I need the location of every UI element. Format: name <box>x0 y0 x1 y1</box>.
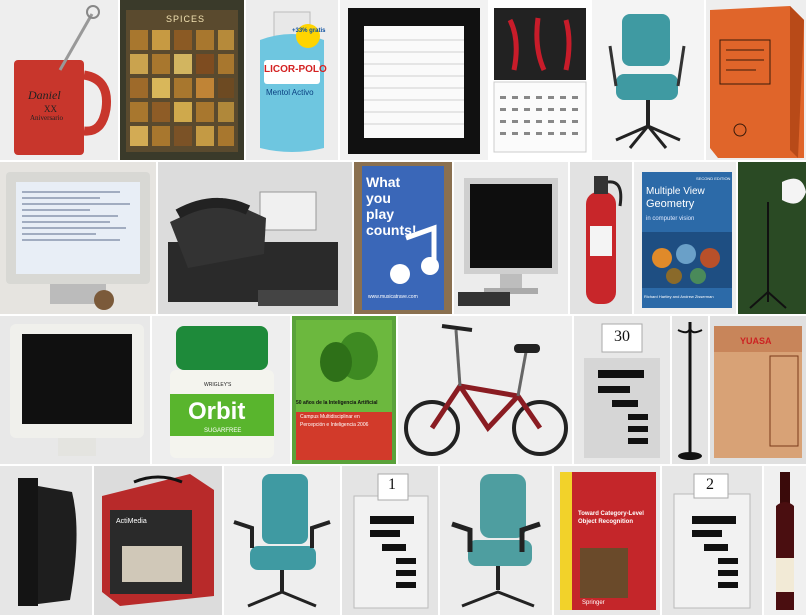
tile-lamp <box>738 162 806 314</box>
tile-battery-box: YUASA <box>710 316 806 464</box>
gum-brand: Orbit <box>188 398 246 425</box>
tile-fire-extinguisher <box>570 162 632 314</box>
flat-monitor-image <box>458 178 558 306</box>
tile-box-1: 1 <box>342 466 438 615</box>
tile-spices: SPICES <box>120 0 244 160</box>
book-mvg-title2: Geometry <box>646 198 695 210</box>
music-poster-line1: What <box>366 174 401 190</box>
tile-monitor-crt-white <box>0 316 150 464</box>
mug-image <box>14 5 112 155</box>
gum-jar-image <box>170 326 274 458</box>
ai-poster-line3: Percepción e Inteligencia 2006 <box>300 422 369 428</box>
tile-mug: Daniel XX Aniversario <box>0 0 118 160</box>
tile-chair-teal-2 <box>224 466 340 615</box>
tile-calendar <box>490 0 590 160</box>
white-monitor-image <box>10 324 144 456</box>
tile-bicycle <box>398 316 572 464</box>
fire-extinguisher-image <box>586 176 623 304</box>
picture-frame-image <box>348 8 480 154</box>
tile-stapler <box>0 466 92 615</box>
tile-chair-teal-1 <box>592 0 704 160</box>
ai-poster-line2: Campus Multidisciplinar en <box>300 414 360 420</box>
tile-shredder: ActiMedia <box>94 466 222 615</box>
tile-gum-jar: WRIGLEY'S Orbit SUGARFREE <box>152 316 290 464</box>
book-mvg-title1: Multiple View <box>646 186 705 197</box>
book-mvg-edition: SECOND EDITION <box>696 176 731 181</box>
spices-label: SPICES <box>166 14 206 24</box>
telephone-computer-image <box>168 191 338 306</box>
box-2-label: 2 <box>706 476 714 493</box>
office-chair-image <box>451 474 541 608</box>
tile-chair-teal-3 <box>440 466 552 615</box>
tile-coat-rack <box>672 316 708 464</box>
shredder-brand: ActiMedia <box>116 518 147 525</box>
studio-lamp-image <box>738 162 806 314</box>
coat-rack-image <box>677 322 703 460</box>
book-cover-image <box>560 472 656 610</box>
tile-phone-pc <box>158 162 352 314</box>
wine-bottle-image <box>776 472 794 610</box>
mug-text-line2: XX <box>44 104 57 114</box>
stapler-image <box>18 478 77 606</box>
object-mosaic: Daniel XX Aniversario SPICES +33% gratis… <box>0 0 806 615</box>
tile-box-30: 30 <box>574 316 670 464</box>
music-poster-url: www.musicatrave.com <box>368 294 418 300</box>
tile-box-2: 2 <box>662 466 762 615</box>
tile-orange-case <box>706 0 806 160</box>
tile-mouthwash: +33% gratis LICOR-POLO Mentol Activo <box>246 0 338 160</box>
mouthwash-badge: +33% gratis <box>292 28 326 34</box>
music-poster-line2: you <box>366 190 391 206</box>
tile-book-toward: Toward Category-Level Object Recognition… <box>554 466 660 615</box>
music-poster-line4: counts! <box>366 222 417 238</box>
ai-poster-image <box>296 320 392 460</box>
tile-book-mvg: SECOND EDITION Multiple View Geometry in… <box>634 162 736 314</box>
book-mvg-subtitle: in computer vision <box>646 216 695 222</box>
calendar-image <box>493 8 587 153</box>
book-mvg-authors: Richard Hartley and Andrew Zisserman <box>644 294 714 299</box>
tile-music-poster: What you play counts! www.musicatrave.co… <box>354 162 452 314</box>
tile-monitor-flat <box>454 162 568 314</box>
battery-brand: YUASA <box>740 336 772 346</box>
shredder-image <box>102 474 214 606</box>
mouthwash-brand: LICOR-POLO <box>264 64 327 75</box>
music-poster-line3: play <box>366 206 395 222</box>
book-cover-image <box>642 172 732 308</box>
gum-sub: SUGARFREE <box>204 428 242 434</box>
book-toward-title: Toward Category-Level Object Recognition <box>578 511 644 525</box>
box-1-label: 1 <box>388 476 396 493</box>
tile-picture-frame <box>340 0 488 160</box>
mouthwash-bottle-image <box>260 11 324 152</box>
book-toward-publisher: Springer <box>582 600 605 606</box>
box-30-label: 30 <box>614 328 630 345</box>
ai-poster-title: 50 años de la Inteligencia Artificial <box>296 400 378 406</box>
mouthwash-variant: Mentol Activo <box>266 88 314 97</box>
orange-toolbox-image <box>710 6 804 158</box>
spice-rack-image <box>126 10 238 152</box>
office-chair-image <box>608 14 686 149</box>
office-chair-image <box>233 474 331 608</box>
gum-brand-top: WRIGLEY'S <box>204 382 232 388</box>
crt-monitor-image <box>6 172 150 310</box>
tile-wine-bottle <box>764 466 806 615</box>
mug-text-line3: Aniversario <box>30 114 64 122</box>
tile-monitor-lg <box>0 162 156 314</box>
mug-text-line1: Daniel <box>28 88 61 102</box>
bicycle-image <box>404 324 568 456</box>
tile-ai-poster: 50 años de la Inteligencia Artificial Ca… <box>292 316 396 464</box>
